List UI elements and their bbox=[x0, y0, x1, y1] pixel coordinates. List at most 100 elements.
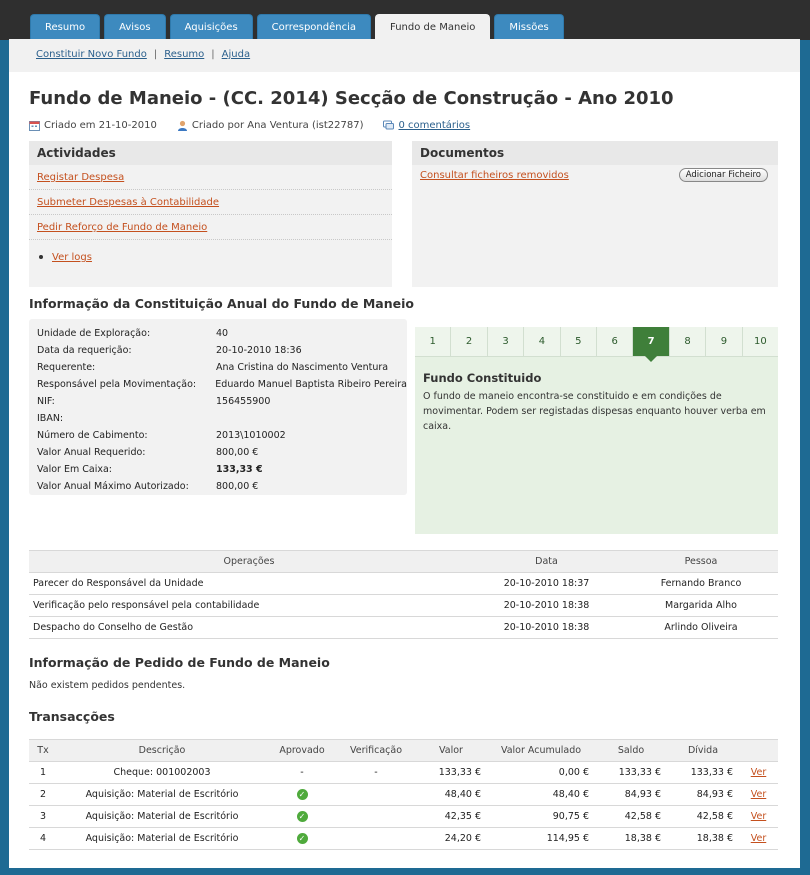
check-icon: ✓ bbox=[296, 811, 308, 822]
column-header: Aprovado bbox=[267, 739, 337, 762]
tab-fundo-de-maneio[interactable]: Fundo de Maneio bbox=[375, 14, 491, 39]
table-cell: 20-10-2010 18:38 bbox=[469, 616, 624, 639]
tx-verification bbox=[337, 827, 415, 850]
subnav-separator: | bbox=[211, 49, 215, 60]
tx-approved: - bbox=[267, 761, 337, 784]
tx-verification bbox=[337, 783, 415, 806]
removed-files-link[interactable]: Consultar ficheiros removidos bbox=[420, 170, 569, 181]
progress-step: 5 bbox=[560, 327, 598, 356]
logs-item: Ver logs bbox=[29, 240, 392, 263]
activity-link[interactable]: Pedir Reforço de Fundo de Maneio bbox=[37, 222, 207, 233]
progress-step: 4 bbox=[524, 327, 561, 356]
activity-item[interactable]: Registar Despesa bbox=[29, 165, 392, 190]
view-logs-link[interactable]: Ver logs bbox=[52, 252, 92, 263]
tab-correspondência[interactable]: Correspondência bbox=[256, 14, 372, 39]
tx-balance: 84,93 € bbox=[595, 783, 667, 806]
table-row: 2 Aquisição: Material de Escritório ✓ 48,40… bbox=[29, 783, 778, 806]
tab-aquisições[interactable]: Aquisições bbox=[169, 14, 253, 39]
check-icon: ✓ bbox=[296, 789, 308, 800]
created-date-text: Criado em 21-10-2010 bbox=[44, 120, 157, 131]
table-cell: Margarida Alho bbox=[624, 594, 778, 617]
info-value: 133,33 € bbox=[216, 464, 263, 475]
bullet-icon bbox=[39, 255, 43, 259]
table-row: 3 Aquisição: Material de Escritório ✓ 42,35… bbox=[29, 805, 778, 828]
table-row: Verificação pelo responsável pela contab… bbox=[29, 594, 778, 617]
tab-avisos[interactable]: Avisos bbox=[104, 14, 166, 39]
info-label: Data da requerição: bbox=[37, 345, 132, 356]
tx-description: Aquisição: Material de Escritório bbox=[57, 783, 267, 806]
info-label: Valor Anual Máximo Autorizado: bbox=[37, 481, 189, 492]
state-description: O fundo de maneio encontra-se constituid… bbox=[423, 391, 766, 432]
view-link[interactable]: Ver bbox=[751, 833, 767, 844]
tx-debt: 133,33 € bbox=[667, 761, 739, 784]
tx-balance: 133,33 € bbox=[595, 761, 667, 784]
activities-title: Actividades bbox=[29, 141, 392, 165]
column-header: Valor Acumulado bbox=[487, 739, 595, 762]
column-header: Descrição bbox=[57, 739, 267, 762]
view-link[interactable]: Ver bbox=[751, 767, 767, 778]
tx-number: 1 bbox=[29, 761, 57, 784]
column-header bbox=[739, 739, 778, 762]
table-header-row: Tx Descrição Aprovado Verificação Valor Valor… bbox=[29, 739, 778, 762]
requests-empty: Não existem pedidos pendentes. bbox=[29, 680, 186, 691]
tx-debt: 42,58 € bbox=[667, 805, 739, 828]
add-file-button[interactable]: Adicionar Ficheiro bbox=[678, 168, 768, 182]
table-row: Parecer do Responsável da Unidade 20-10-2… bbox=[29, 572, 778, 595]
tx-verification: - bbox=[337, 761, 415, 784]
column-header: Dívida bbox=[667, 739, 739, 762]
activity-link[interactable]: Registar Despesa bbox=[37, 172, 124, 183]
comment-icon bbox=[383, 120, 395, 130]
user-icon bbox=[177, 120, 187, 131]
column-header: Saldo bbox=[595, 739, 667, 762]
view-link[interactable]: Ver bbox=[751, 811, 767, 822]
table-cell: 20-10-2010 18:37 bbox=[469, 572, 624, 595]
info-row: Unidade de Exploração: 40 bbox=[37, 325, 407, 342]
comments[interactable]: 0 comentários bbox=[383, 120, 470, 131]
info-row: Responsável pela Movimentação: Eduardo Ma… bbox=[37, 376, 407, 393]
constitution-title: Informação da Constituição Anual do Fund… bbox=[29, 296, 414, 311]
tx-approved: ✓ bbox=[267, 783, 337, 806]
activity-item[interactable]: Pedir Reforço de Fundo de Maneio bbox=[29, 215, 392, 240]
info-row: Valor Em Caixa: 133,33 € bbox=[37, 461, 407, 478]
tx-link-cell: Ver bbox=[739, 761, 778, 784]
tx-verification bbox=[337, 805, 415, 828]
subnav-link[interactable]: Ajuda bbox=[222, 49, 250, 60]
tx-debt: 18,38 € bbox=[667, 827, 739, 850]
subnav-link[interactable]: Constituir Novo Fundo bbox=[36, 49, 147, 60]
view-link[interactable]: Ver bbox=[751, 789, 767, 800]
tx-value: 133,33 € bbox=[415, 761, 487, 784]
info-value: 156455900 bbox=[216, 396, 271, 407]
info-label: Unidade de Exploração: bbox=[37, 328, 151, 339]
table-cell: Verificação pelo responsável pela contab… bbox=[29, 594, 469, 617]
activities-panel: Actividades Registar Despesa Submeter De… bbox=[29, 141, 392, 287]
tx-value: 48,40 € bbox=[415, 783, 487, 806]
activity-item[interactable]: Submeter Despesas à Contabilidade bbox=[29, 190, 392, 215]
tx-number: 2 bbox=[29, 783, 57, 806]
progress-steps: 1 2 3 4 5 6 7 8 9 10 bbox=[415, 327, 779, 362]
activity-link[interactable]: Submeter Despesas à Contabilidade bbox=[37, 197, 219, 208]
tab-missões[interactable]: Missões bbox=[494, 14, 564, 39]
progress-panel: 1 2 3 4 5 6 7 8 9 10 Fundo Constituido O fundo de… bbox=[415, 327, 779, 534]
column-header: Tx bbox=[29, 739, 57, 762]
info-label: Número de Cabimento: bbox=[37, 430, 148, 441]
column-header: Pessoa bbox=[624, 550, 778, 573]
table-cell: Parecer do Responsável da Unidade bbox=[29, 572, 469, 595]
info-value: Ana Cristina do Nascimento Ventura bbox=[216, 362, 389, 373]
comments-link[interactable]: 0 comentários bbox=[398, 120, 470, 131]
info-row: NIF: 156455900 bbox=[37, 393, 407, 410]
tx-accumulated: 114,95 € bbox=[487, 827, 595, 850]
transactions-title: Transacções bbox=[29, 709, 115, 724]
progress-step: 6 bbox=[597, 327, 634, 356]
info-value: 800,00 € bbox=[216, 447, 259, 458]
calendar-icon bbox=[29, 121, 40, 131]
meta-bar: Criado em 21-10-2010 Criado por Ana Vent… bbox=[29, 120, 490, 131]
info-row: Número de Cabimento: 2013\1010002 bbox=[37, 427, 407, 444]
progress-step: 10 bbox=[742, 327, 779, 356]
subnav-link[interactable]: Resumo bbox=[164, 49, 204, 60]
table-cell: Fernando Branco bbox=[624, 572, 778, 595]
info-row: Valor Anual Máximo Autorizado: 800,00 € bbox=[37, 478, 407, 495]
column-header: Operações bbox=[29, 550, 469, 573]
documents-title: Documentos bbox=[412, 141, 778, 165]
tab-resumo[interactable]: Resumo bbox=[30, 14, 101, 39]
tx-value: 24,20 € bbox=[415, 827, 487, 850]
